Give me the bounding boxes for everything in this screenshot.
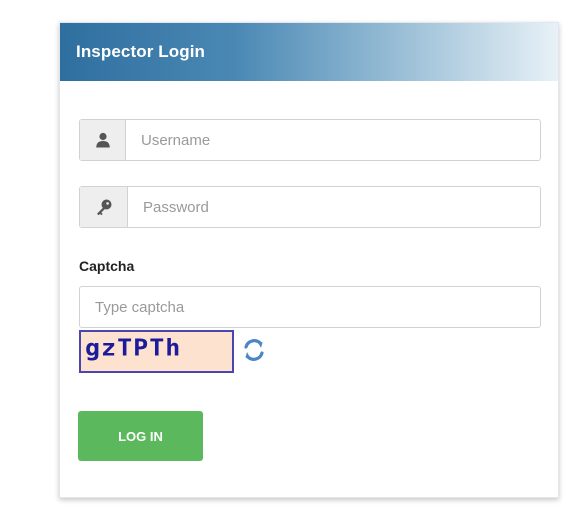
login-panel: Inspector Login Captcha gzTPTh xyxy=(59,22,559,498)
panel-title: Inspector Login xyxy=(76,42,205,61)
password-input[interactable] xyxy=(128,187,540,227)
login-button[interactable]: LOG IN xyxy=(78,411,203,461)
captcha-image-text: gzTPTh xyxy=(85,334,182,361)
user-icon xyxy=(80,120,126,160)
panel-header: Inspector Login xyxy=(60,23,558,81)
refresh-icon[interactable] xyxy=(240,336,268,364)
captcha-input[interactable] xyxy=(79,286,541,328)
captcha-label: Captcha xyxy=(79,258,135,274)
username-input[interactable] xyxy=(126,120,540,160)
captcha-image: gzTPTh xyxy=(79,330,234,373)
username-group xyxy=(79,119,541,161)
password-group xyxy=(79,186,541,228)
key-icon xyxy=(80,187,128,227)
